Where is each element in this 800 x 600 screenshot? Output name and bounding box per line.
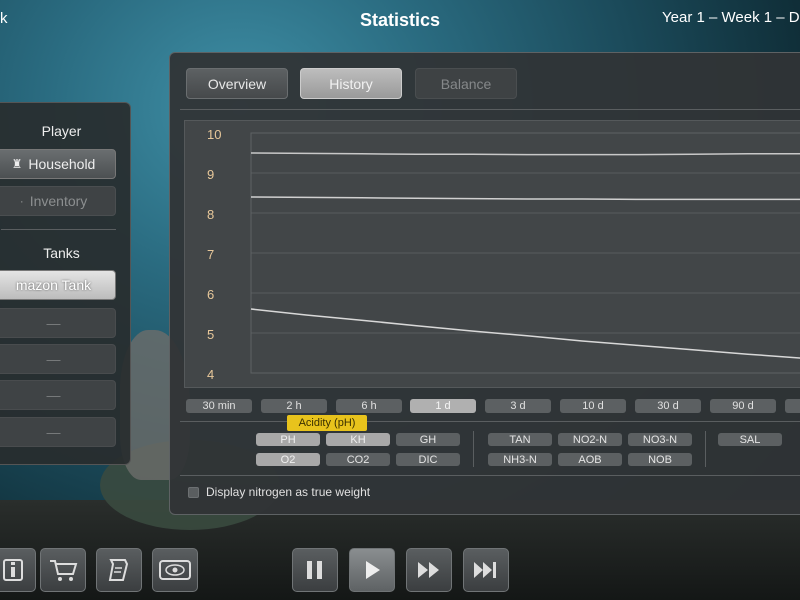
fast-forward-button[interactable]	[406, 548, 452, 592]
play-icon	[366, 561, 380, 579]
divider	[1, 229, 116, 230]
info-button[interactable]	[0, 548, 36, 592]
range-2h-button[interactable]: 2 h	[261, 399, 327, 413]
inventory-label: Inventory	[29, 193, 88, 209]
param-co2-button[interactable]: CO2	[326, 453, 390, 466]
param-nh3n-button[interactable]: NH3-N	[488, 453, 552, 466]
range-90d-button[interactable]: 90 d	[710, 399, 776, 413]
tanks-heading: Tanks	[43, 245, 80, 261]
param-o2-button[interactable]: O2	[256, 453, 320, 466]
household-label: Household	[28, 156, 96, 172]
y-tick-label: 9	[207, 167, 215, 182]
statistics-panel: Overview History Balance 10 9 8 7 6 5 4 …	[169, 52, 800, 515]
fast-forward-icon	[418, 562, 439, 578]
y-tick-label: 8	[207, 207, 215, 222]
tank-slot-empty[interactable]: —	[0, 417, 116, 447]
game-date: Year 1 – Week 1 – D	[662, 9, 800, 26]
household-button[interactable]: ♜ Household	[0, 149, 116, 179]
nitrogen-weight-label: Display nitrogen as true weight	[206, 485, 371, 499]
tab-balance[interactable]: Balance	[415, 68, 517, 99]
y-tick-label: 7	[207, 247, 215, 262]
param-no2n-button[interactable]: NO2-N	[558, 433, 622, 446]
tank-slot-empty[interactable]: —	[0, 308, 116, 338]
range-30min-button[interactable]: 30 min	[186, 399, 252, 413]
log-button[interactable]	[96, 548, 142, 592]
divider	[705, 431, 706, 467]
view-button[interactable]	[152, 548, 198, 592]
param-ph-button[interactable]: PH	[256, 433, 320, 446]
param-tan-button[interactable]: TAN	[488, 433, 552, 446]
param-no3n-button[interactable]: NO3-N	[628, 433, 692, 446]
param-nob-button[interactable]: NOB	[628, 453, 692, 466]
skip-forward-icon	[474, 562, 496, 578]
y-tick-label: 6	[207, 287, 215, 302]
divider	[473, 431, 474, 467]
range-10d-button[interactable]: 10 d	[560, 399, 626, 413]
tab-overview[interactable]: Overview	[186, 68, 288, 99]
inventory-icon: ·	[19, 194, 24, 208]
range-more-button[interactable]	[785, 399, 800, 413]
play-button[interactable]	[349, 548, 395, 592]
param-aob-button[interactable]: AOB	[558, 453, 622, 466]
info-icon	[3, 559, 23, 581]
chart-series-line-1	[250, 152, 800, 156]
tank-item-selected[interactable]: mazon Tank	[0, 270, 116, 300]
param-dic-button[interactable]: DIC	[396, 453, 460, 466]
nitrogen-weight-checkbox[interactable]	[188, 487, 199, 498]
chart-series-line-3	[250, 308, 800, 359]
divider	[180, 421, 800, 422]
param-kh-button[interactable]: KH	[326, 433, 390, 446]
param-gh-button[interactable]: GH	[396, 433, 460, 446]
shop-button[interactable]	[40, 548, 86, 592]
inventory-button[interactable]: · Inventory	[0, 186, 116, 216]
household-icon: ♜	[11, 157, 23, 171]
range-3d-button[interactable]: 3 d	[485, 399, 551, 413]
history-chart: 10 9 8 7 6 5 4	[184, 120, 800, 388]
tab-history[interactable]: History	[300, 68, 402, 99]
chart-series-line-2	[250, 196, 800, 201]
tank-slot-empty[interactable]: —	[0, 380, 116, 410]
y-tick-label: 10	[207, 127, 222, 142]
param-sal-button[interactable]: SAL	[718, 433, 782, 446]
pause-icon	[307, 561, 322, 579]
top-bar: k Statistics Year 1 – Week 1 – D	[0, 0, 800, 40]
player-heading: Player	[41, 123, 82, 139]
tank-slot-empty[interactable]: —	[0, 344, 116, 374]
y-tick-label: 5	[207, 327, 215, 342]
chart-canvas	[250, 132, 800, 374]
param-tooltip: Acidity (pH)	[287, 415, 367, 431]
scroll-icon	[108, 559, 129, 581]
pause-button[interactable]	[292, 548, 338, 592]
y-tick-label: 4	[207, 367, 215, 382]
range-30d-button[interactable]: 30 d	[635, 399, 701, 413]
cart-icon	[50, 560, 78, 581]
range-1d-button[interactable]: 1 d	[410, 399, 476, 413]
left-nav-panel: Player ♜ Household · Inventory Tanks maz…	[0, 102, 131, 465]
range-6h-button[interactable]: 6 h	[336, 399, 402, 413]
divider	[180, 475, 800, 476]
skip-forward-button[interactable]	[463, 548, 509, 592]
eye-icon	[159, 560, 191, 580]
divider	[180, 109, 800, 110]
